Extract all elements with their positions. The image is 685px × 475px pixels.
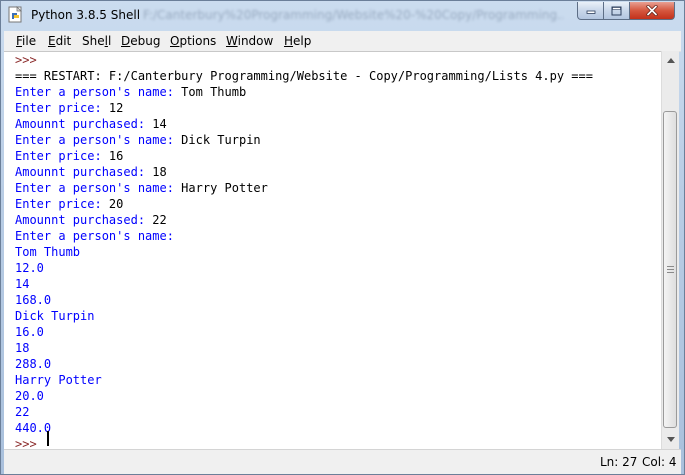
shell-line-text: Dick Turpin bbox=[15, 309, 95, 323]
shell-output-line: 18 bbox=[15, 340, 29, 356]
shell-output-line: Amounnt purchased: 14 bbox=[15, 116, 167, 132]
shell-line-text: Amounnt purchased: bbox=[15, 165, 153, 179]
python-idle-icon bbox=[8, 6, 22, 23]
shell-prompt-line: >>> bbox=[15, 52, 37, 68]
title-bar[interactable]: Python 3.8.5 Shell F:/Canterbury%20Progr… bbox=[1, 1, 684, 29]
shell-line-text: Amounnt purchased: bbox=[15, 213, 153, 227]
close-button[interactable] bbox=[630, 2, 675, 20]
menu-options[interactable]: Options bbox=[170, 34, 216, 48]
shell-user-input: Dick Turpin bbox=[181, 133, 261, 147]
shell-output-line: 14 bbox=[15, 276, 29, 292]
shell-output-line: 12.0 bbox=[15, 260, 44, 276]
shell-output-line: Enter a person's name: Dick Turpin bbox=[15, 132, 261, 148]
shell-line-text: 168.0 bbox=[15, 293, 52, 307]
arrow-up-icon bbox=[666, 58, 675, 63]
shell-line-text: Tom Thumb bbox=[15, 245, 81, 259]
minimize-icon bbox=[586, 10, 595, 14]
shell-line-text: Enter price: bbox=[15, 149, 109, 163]
window-title: Python 3.8.5 Shell bbox=[31, 8, 141, 22]
shell-user-input: Harry Potter bbox=[181, 181, 268, 195]
shell-line-text: >>> bbox=[15, 53, 37, 67]
shell-line-text: 12.0 bbox=[15, 261, 44, 275]
minimize-button[interactable] bbox=[577, 2, 604, 20]
menu-edit[interactable]: Edit bbox=[48, 34, 71, 48]
line-number-status: Ln: 27 bbox=[600, 455, 638, 469]
maximize-icon bbox=[611, 6, 622, 15]
window-title-path: F:/Canterbury%20Programming/Website%20-%… bbox=[143, 8, 563, 22]
shell-output-line: Enter price: 16 bbox=[15, 148, 123, 164]
shell-line-text: 22 bbox=[15, 405, 30, 419]
text-cursor bbox=[47, 431, 49, 446]
menu-help[interactable]: Help bbox=[284, 34, 311, 48]
idle-shell-window: Python 3.8.5 Shell F:/Canterbury%20Progr… bbox=[0, 0, 685, 475]
shell-output-line: Enter price: 20 bbox=[15, 196, 123, 212]
shell-output-line: Harry Potter bbox=[15, 372, 102, 388]
shell-line-text: Enter price: bbox=[15, 101, 109, 115]
scroll-up-arrow[interactable] bbox=[662, 52, 679, 69]
shell-output-line: Enter a person's name: Harry Potter bbox=[15, 180, 268, 196]
shell-user-input: 16 bbox=[108, 149, 124, 163]
shell-line-text: 16.0 bbox=[15, 325, 44, 339]
menu-file[interactable]: File bbox=[16, 34, 36, 48]
arrow-down-icon bbox=[666, 437, 675, 442]
shell-line-text: 440.0 bbox=[15, 421, 52, 435]
shell-output-line: 440.0 bbox=[15, 420, 51, 436]
shell-line-text: Enter a person's name: bbox=[15, 229, 182, 243]
shell-output-line: Enter a person's name: Tom Thumb bbox=[15, 84, 246, 100]
shell-user-input: 14 bbox=[152, 117, 167, 131]
shell-line-text: 18 bbox=[15, 341, 30, 355]
shell-user-input: 20 bbox=[108, 197, 124, 211]
shell-line-text: 14 bbox=[15, 277, 30, 291]
maximize-button[interactable] bbox=[604, 2, 630, 20]
vertical-scrollbar[interactable] bbox=[661, 51, 679, 449]
menu-window[interactable]: Window bbox=[226, 34, 273, 48]
shell-output-line: Tom Thumb bbox=[15, 244, 80, 260]
shell-line-text: Enter a person's name: bbox=[15, 181, 182, 195]
scroll-down-arrow[interactable] bbox=[662, 431, 679, 448]
shell-output-line: Amounnt purchased: 18 bbox=[15, 164, 167, 180]
menu-shell[interactable]: Shell bbox=[82, 34, 111, 48]
menu-debug[interactable]: Debug bbox=[121, 34, 160, 48]
shell-output-line: 20.0 bbox=[15, 388, 44, 404]
shell-line-text: Amounnt purchased: bbox=[15, 117, 153, 131]
shell-output-line: 22 bbox=[15, 404, 29, 420]
shell-line-text: Enter a person's name: bbox=[15, 133, 182, 147]
shell-line-text: Enter a person's name: bbox=[15, 85, 182, 99]
shell-output-line: === RESTART: F:/Canterbury Programming/W… bbox=[15, 68, 593, 84]
menu-bar: File Edit Shell Debug Options Window Hel… bbox=[4, 31, 681, 52]
shell-line-text: Enter price: bbox=[15, 197, 109, 211]
column-number-status: Col: 4 bbox=[642, 455, 677, 469]
shell-line-text: 20.0 bbox=[15, 389, 44, 403]
status-bar: Ln: 27 Col: 4 bbox=[4, 449, 681, 474]
shell-output-line: Enter price: 12 bbox=[15, 100, 123, 116]
shell-line-text: 288.0 bbox=[15, 357, 52, 371]
shell-output-line: 168.0 bbox=[15, 292, 51, 308]
shell-output-line: Amounnt purchased: 22 bbox=[15, 212, 167, 228]
shell-line-text: Harry Potter bbox=[15, 373, 102, 387]
shell-output-line: Dick Turpin bbox=[15, 308, 94, 324]
shell-output-line: 288.0 bbox=[15, 356, 51, 372]
scroll-thumb[interactable] bbox=[663, 111, 677, 428]
shell-user-input: 18 bbox=[152, 165, 167, 179]
shell-output-line: Enter a person's name: bbox=[15, 228, 181, 244]
shell-user-input: Tom Thumb bbox=[181, 85, 247, 99]
shell-line-text: === RESTART: F:/Canterbury Programming/W… bbox=[15, 69, 593, 83]
shell-output-line: 16.0 bbox=[15, 324, 44, 340]
shell-text-area[interactable]: >>> === RESTART: F:/Canterbury Programmin… bbox=[4, 51, 661, 451]
close-icon bbox=[646, 5, 658, 16]
shell-user-input: 22 bbox=[152, 213, 167, 227]
shell-user-input: 12 bbox=[108, 101, 124, 115]
